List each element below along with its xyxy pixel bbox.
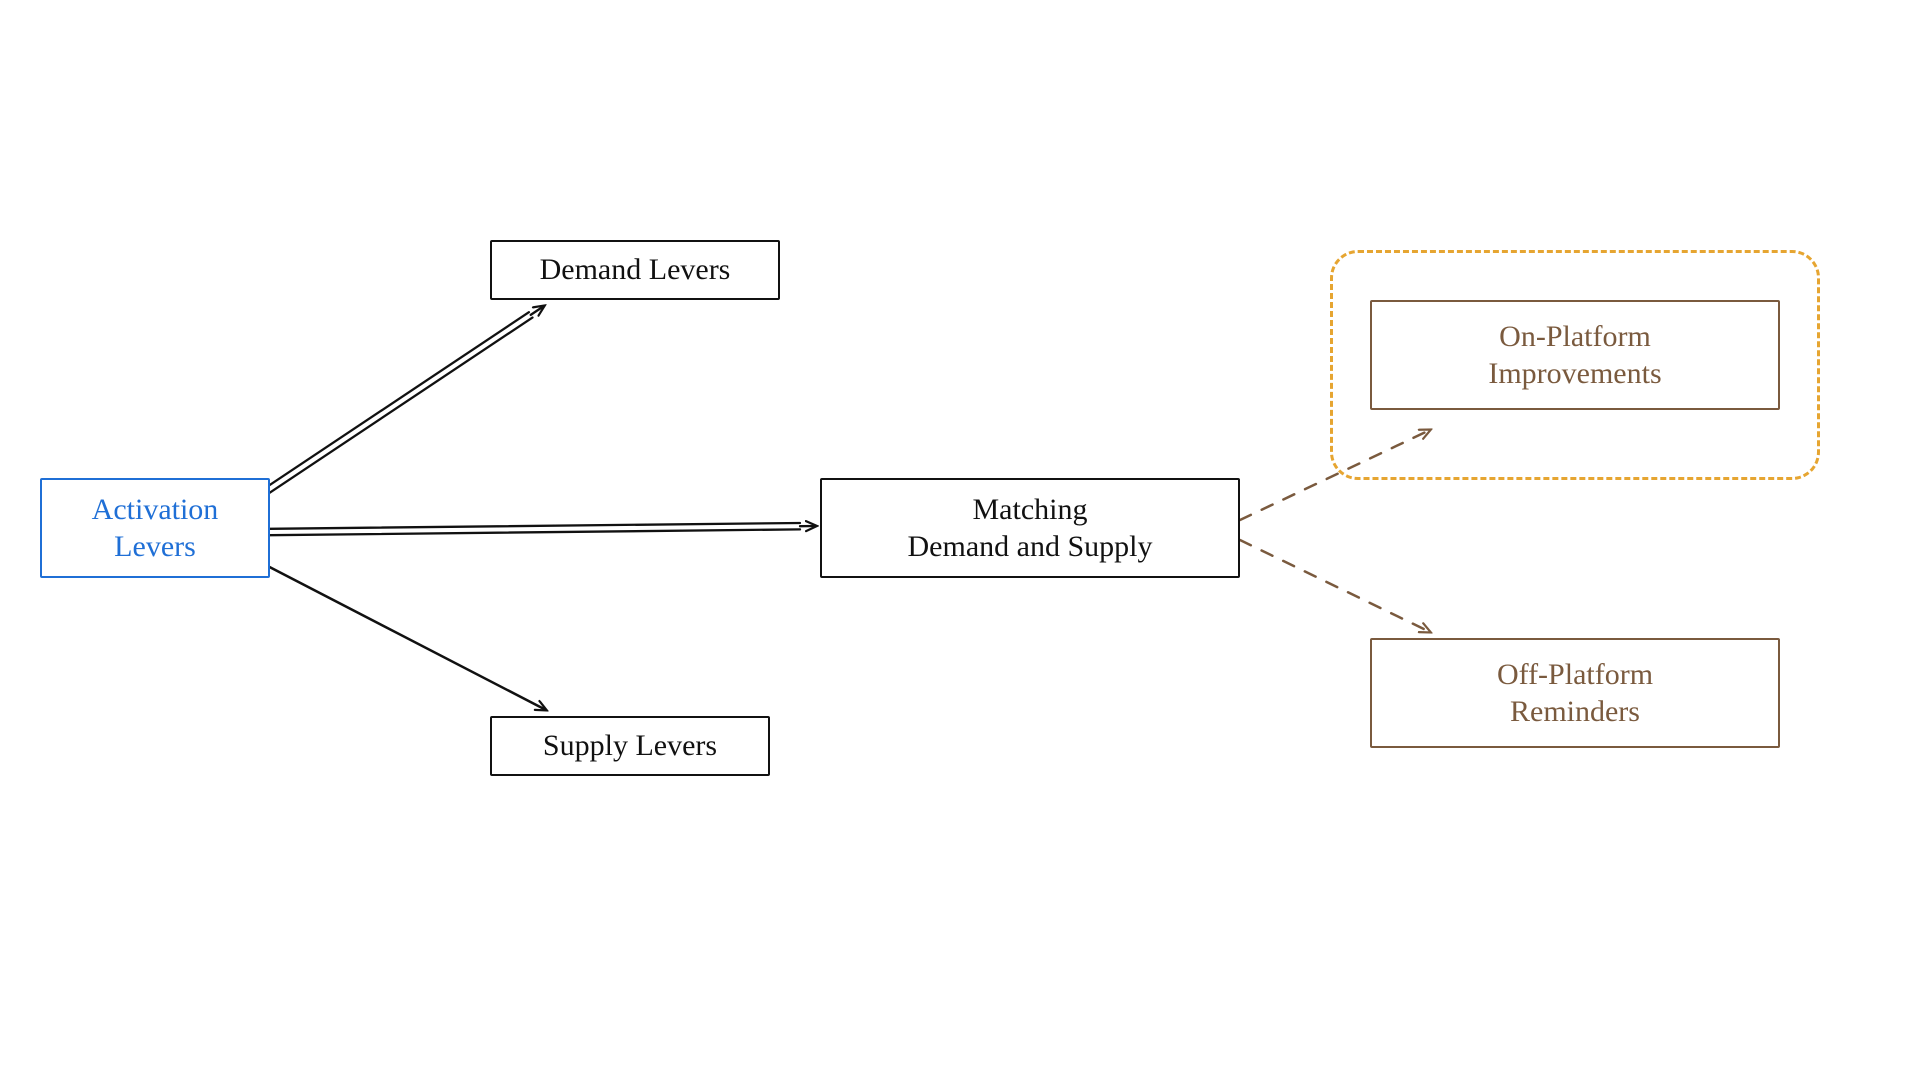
arrow-toDemand: [254, 306, 544, 501]
arrow-toMatching: [270, 523, 816, 535]
arrow-toSupply: [256, 560, 546, 710]
diagram-canvas: Activation Levers Demand Levers Supply L…: [0, 0, 1920, 1080]
node-demand-levers: Demand Levers: [490, 240, 780, 300]
node-activation-levers: Activation Levers: [40, 478, 270, 578]
node-off-platform: Off-Platform Reminders: [1370, 638, 1780, 748]
arrow-toOff: [1240, 540, 1430, 632]
node-supply-levers: Supply Levers: [490, 716, 770, 776]
node-matching: Matching Demand and Supply: [820, 478, 1240, 578]
node-on-platform: On-Platform Improvements: [1370, 300, 1780, 410]
